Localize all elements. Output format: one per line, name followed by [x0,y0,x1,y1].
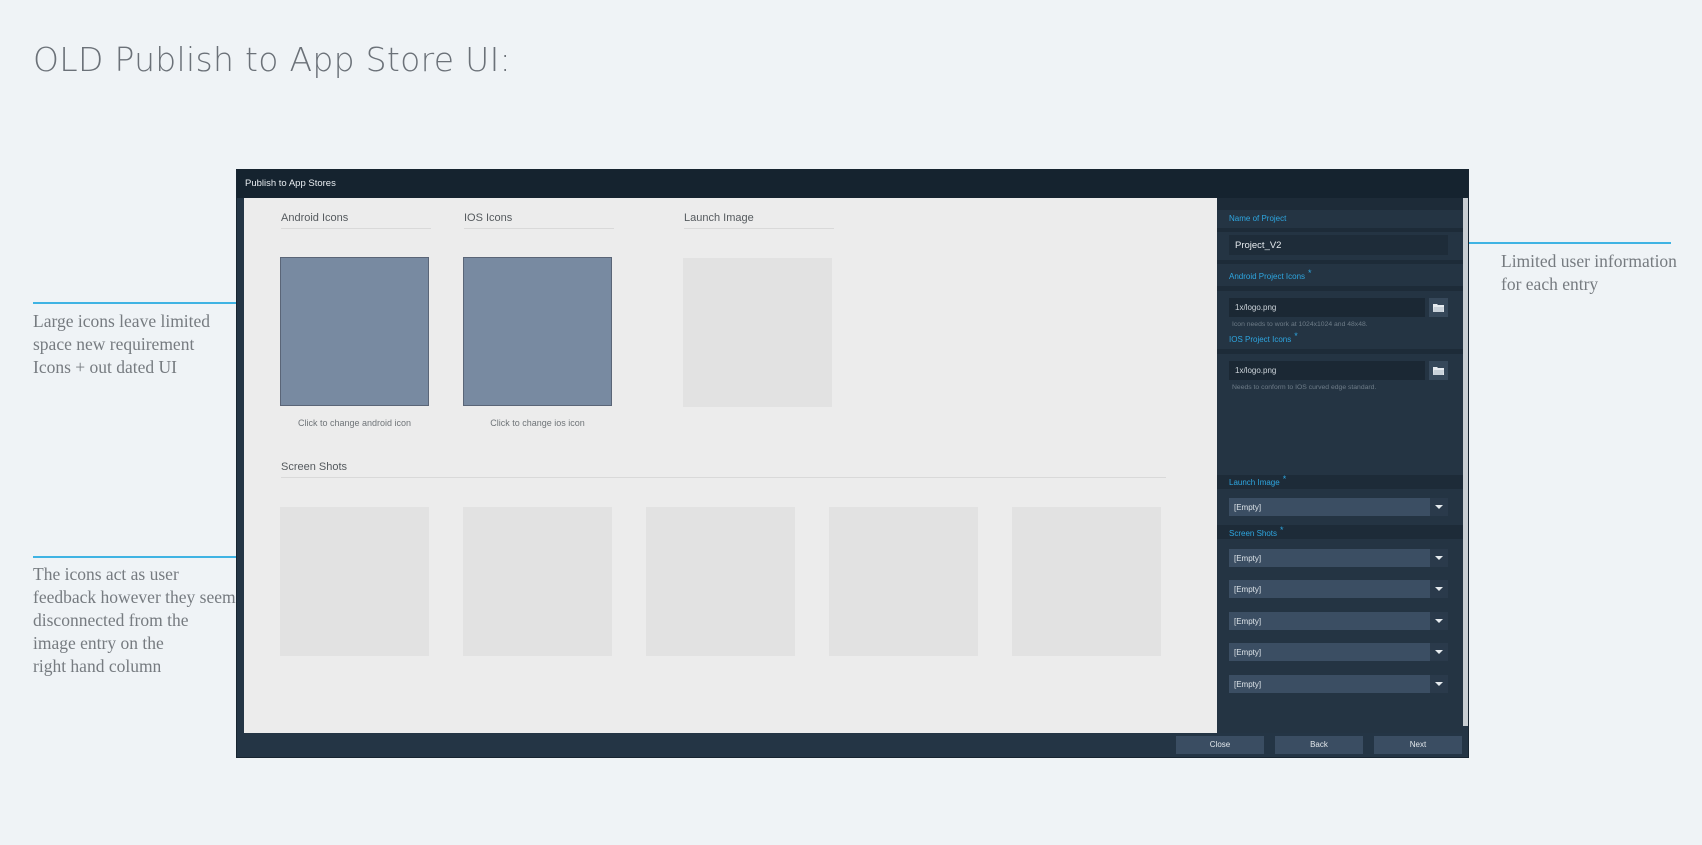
dropdown-arrow-icon[interactable] [1430,498,1448,516]
ios-icon-caption: Click to change ios icon [490,418,585,428]
note-line: for each entry [1501,274,1599,294]
section-rule [464,228,614,229]
next-button[interactable]: Next [1374,736,1462,754]
note-line: space new requirement [33,334,195,354]
close-button[interactable]: Close [1176,736,1264,754]
launch-image-select[interactable]: [Empty] [1229,498,1448,516]
note-line: disconnected from the [33,610,189,630]
screenshot-tile[interactable] [463,507,612,656]
required-mark: * [1280,525,1284,535]
dropdown-arrow-icon[interactable] [1430,675,1448,693]
folder-icon [1433,304,1444,312]
note-line: Limited user information [1501,251,1677,271]
dropdown-arrow-icon[interactable] [1430,580,1448,598]
folder-icon [1433,367,1444,375]
ios-icon-hint: Needs to conform to IOS curved edge stan… [1232,384,1377,391]
android-icon-tile[interactable] [280,257,429,406]
ios-icons-field-label: IOS Project Icons * [1229,331,1298,344]
section-rule [684,228,834,229]
android-browse-button[interactable] [1429,298,1448,317]
ios-icon-path-input[interactable]: 1x/logo.png [1229,361,1425,380]
dropdown-arrow-icon[interactable] [1430,549,1448,567]
preview-canvas: Android Icons IOS Icons Launch Image Cli… [244,198,1217,733]
label-text: Android Project Icons [1229,272,1306,281]
back-button[interactable]: Back [1275,736,1363,754]
select-value: [Empty] [1234,502,1262,512]
project-name-label: Name of Project [1229,214,1286,223]
note-line: Icons + out dated UI [33,357,177,377]
settings-panel: Name of Project Project_V2 Android Proje… [1217,198,1463,733]
screenshot-select[interactable]: [Empty] [1229,643,1448,661]
label-text: Launch Image [1229,478,1280,487]
screenshot-select[interactable]: [Empty] [1229,580,1448,598]
screenshot-select[interactable]: [Empty] [1229,549,1448,567]
label-text: IOS Project Icons [1229,335,1292,344]
ios-icons-label: IOS Icons [464,212,513,224]
publish-window: Publish to App Stores Android Icons IOS … [237,170,1468,757]
screenshot-select[interactable]: [Empty] [1229,612,1448,630]
screen-shots-field-label: Screen Shots * [1229,525,1284,538]
panel-band [1217,260,1463,264]
section-rule [281,228,431,229]
android-icon-caption: Click to change android icon [297,418,412,428]
panel-scrollbar[interactable] [1463,198,1468,726]
android-icon-path-input[interactable]: 1x/logo.png [1229,298,1425,317]
required-mark: * [1294,331,1298,341]
android-icons-label: Android Icons [281,212,349,224]
label-text: Screen Shots [1229,529,1278,538]
project-name-input[interactable]: Project_V2 [1229,235,1448,255]
select-value: [Empty] [1234,584,1262,594]
select-value: [Empty] [1234,647,1262,657]
ios-browse-button[interactable] [1429,361,1448,380]
window-titlebar: Publish to App Stores [237,170,1468,198]
screenshot-tile[interactable] [646,507,795,656]
required-mark: * [1308,268,1312,278]
dropdown-arrow-icon[interactable] [1430,612,1448,630]
ios-icon-tile[interactable] [463,257,612,406]
android-icons-field-label: Android Project Icons * [1229,268,1312,281]
label-text: Name of Project [1229,214,1287,223]
screenshot-tile[interactable] [280,507,429,656]
note-line: feedback however they seem [33,587,236,607]
section-rule [281,477,1166,478]
note-line: The icons act as user [33,564,179,584]
select-value: [Empty] [1234,616,1262,626]
screenshot-tile[interactable] [1012,507,1161,656]
note-line: Large icons leave limited [33,311,211,331]
panel-band [1217,198,1463,210]
panel-band [1217,349,1463,354]
screenshot-select[interactable]: [Empty] [1229,675,1448,693]
launch-image-label: Launch Image [684,212,754,224]
window-title: Publish to App Stores [245,178,336,189]
note-line: right hand column [33,656,162,676]
note-icons-feedback: The icons act as user feedback however t… [33,563,236,678]
note-line: image entry on the [33,633,164,653]
panel-band [1217,286,1463,291]
select-value: [Empty] [1234,553,1262,563]
page-title: OLD Publish to App Store UI: [33,40,512,79]
screenshot-tile[interactable] [829,507,978,656]
panel-band [1217,228,1463,232]
note-limited-info: Limited user information for each entry [1501,250,1677,296]
note-large-icons: Large icons leave limited space new requ… [33,310,210,379]
launch-image-field-label: Launch Image * [1229,474,1287,487]
required-mark: * [1282,474,1287,484]
android-icon-hint: Icon needs to work at 1024x1024 and 48x4… [1232,321,1368,328]
select-value: [Empty] [1234,679,1262,689]
launch-image-tile[interactable] [683,258,832,407]
screen-shots-label: Screen Shots [281,461,348,473]
dropdown-arrow-icon[interactable] [1430,643,1448,661]
